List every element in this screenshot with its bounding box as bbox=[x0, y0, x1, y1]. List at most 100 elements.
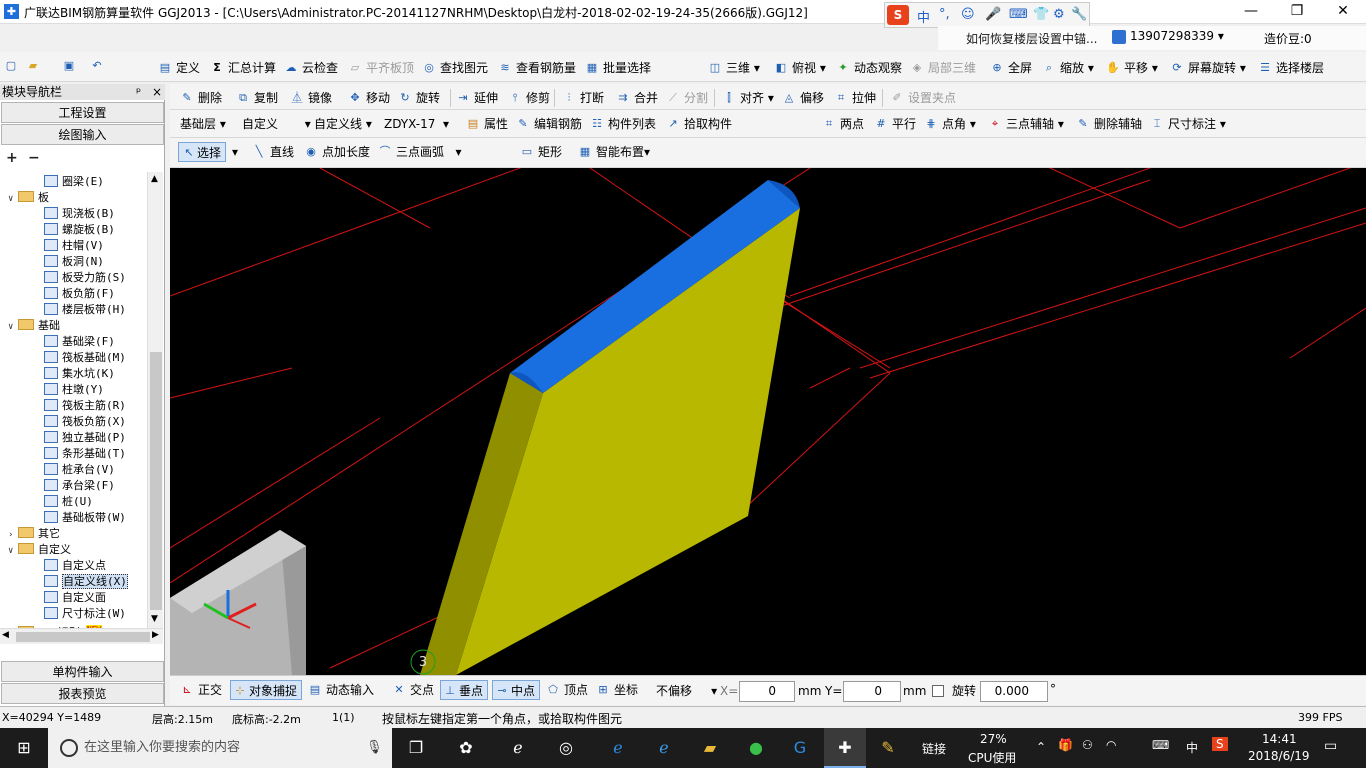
delete-axis-button[interactable]: ✎ 删除辅轴 bbox=[1076, 114, 1142, 134]
select-dropdown[interactable]: ▾ bbox=[232, 142, 238, 162]
summary-calc-button[interactable]: Σ 汇总计算 bbox=[210, 58, 276, 78]
tree-item[interactable]: 自定义面 bbox=[44, 590, 106, 606]
app-icon[interactable]: ✚ bbox=[4, 4, 19, 19]
y-input[interactable]: 0 bbox=[843, 681, 901, 702]
offset-mode-select[interactable]: 不偏移 ▾ bbox=[656, 681, 717, 701]
windows-start-icon[interactable]: ⊞ bbox=[10, 734, 38, 762]
tree-item[interactable]: 板受力筋(S) bbox=[44, 270, 126, 286]
edit-rebar-button[interactable]: ✎ 编辑钢筋 bbox=[516, 114, 582, 134]
user-account[interactable]: 13907298339 ▾ bbox=[1130, 29, 1224, 43]
scroll-up-icon[interactable]: ▲ bbox=[151, 174, 158, 184]
pan-button[interactable]: ✋ 平移 ▾ bbox=[1106, 58, 1158, 78]
app-pinwheel-icon[interactable]: ✿ bbox=[452, 734, 480, 762]
tree-expander-icon[interactable]: ∨ bbox=[8, 543, 18, 559]
parallel-axis-button[interactable]: # 平行 bbox=[874, 114, 916, 134]
tree-item[interactable]: 筏板基础(M) bbox=[44, 350, 126, 366]
object-snap-button[interactable]: ⊹ 对象捕捉 bbox=[230, 680, 303, 700]
tree-item[interactable]: 现浇板(B) bbox=[44, 206, 115, 222]
ime-voice-icon[interactable]: 🎤 bbox=[985, 7, 1001, 22]
tree-folder[interactable]: ∨ 基础 bbox=[8, 318, 60, 334]
tree-item[interactable]: 承台梁(F) bbox=[44, 478, 115, 494]
ime-tools-icon[interactable]: 🔧 bbox=[1071, 7, 1087, 22]
screen-rotate-button[interactable]: ⟳ 屏幕旋转 ▾ bbox=[1170, 58, 1245, 78]
tree-item[interactable]: 楼层板带(H) bbox=[44, 302, 126, 318]
ime-settings-icon[interactable]: ⚙ bbox=[1053, 7, 1065, 22]
tree-item[interactable]: 条形基础(T) bbox=[44, 446, 126, 462]
taskbar-search-box[interactable]: 在这里输入你要搜索的内容 🎙 bbox=[48, 728, 392, 768]
expand-all-icon[interactable]: + bbox=[6, 150, 18, 166]
undo-button[interactable]: ↶ bbox=[90, 56, 104, 76]
stretch-button[interactable]: ⌗ 拉伸 bbox=[834, 88, 876, 108]
pick-component-button[interactable]: ↗ 拾取构件 bbox=[666, 114, 732, 134]
tree-item[interactable]: 桩承台(V) bbox=[44, 462, 115, 478]
clock-date[interactable]: 2018/6/19 bbox=[1248, 749, 1310, 763]
dynamic-input-button[interactable]: ▤ 动态输入 bbox=[308, 680, 374, 700]
tree-item[interactable]: 自定义线(X) bbox=[44, 574, 128, 590]
merge-button[interactable]: ⇉ 合并 bbox=[616, 88, 658, 108]
new-file-button[interactable]: ▢ bbox=[4, 56, 18, 76]
x-input[interactable]: 0 bbox=[739, 681, 795, 702]
tree-item[interactable]: 独立基础(P) bbox=[44, 430, 126, 446]
tree-horizontal-scrollbar[interactable]: ◀ ▶ bbox=[0, 628, 163, 644]
category-select[interactable]: 自定义 ▾ bbox=[242, 114, 311, 134]
hscroll-thumb[interactable] bbox=[16, 632, 150, 642]
report-preview-button[interactable]: 报表预览 bbox=[1, 683, 164, 704]
file-explorer-icon[interactable]: ▰ bbox=[696, 734, 724, 762]
mirror-button[interactable]: ⏅ 镜像 bbox=[290, 88, 333, 108]
tray-link[interactable]: 链接 bbox=[922, 740, 946, 757]
view-rebar-button[interactable]: ≋ 查看钢筋量 bbox=[498, 58, 576, 78]
ime-keyboard-icon[interactable]: ⌨ bbox=[1009, 7, 1028, 22]
tree-item[interactable]: 基础梁(F) bbox=[44, 334, 115, 350]
gray-wall[interactable] bbox=[170, 530, 306, 675]
save-button[interactable]: ▣ bbox=[62, 56, 76, 76]
zoom-button[interactable]: ⌕ 缩放 ▾ bbox=[1042, 58, 1094, 78]
app-swirl-icon[interactable]: ◎ bbox=[552, 734, 580, 762]
close-icon[interactable]: × bbox=[152, 84, 162, 100]
network-icon[interactable]: ⚇ bbox=[1082, 738, 1093, 752]
tree-vertical-scrollbar[interactable]: ▲ ▼ bbox=[147, 172, 163, 628]
midpoint-snap-button[interactable]: ⊸ 中点 bbox=[492, 680, 541, 700]
notification-icon[interactable]: ▭ bbox=[1324, 738, 1337, 754]
pin-icon[interactable]: ᵖ bbox=[136, 84, 141, 100]
notepad-icon[interactable]: ✎ bbox=[874, 734, 902, 762]
ime-skin-icon[interactable]: 👕 bbox=[1033, 7, 1049, 22]
tree-expander-icon[interactable]: ∨ bbox=[8, 319, 18, 335]
ortho-button[interactable]: ⊾ 正交 bbox=[180, 680, 222, 700]
line-tool-button[interactable]: ╲ 直线 bbox=[252, 142, 294, 162]
break-button[interactable]: ⫶ 打断 bbox=[562, 88, 604, 108]
cloud-check-button[interactable]: ☁ 云检查 bbox=[284, 58, 339, 78]
tree-item[interactable]: 板洞(N) bbox=[44, 254, 104, 270]
scroll-down-icon[interactable]: ▼ bbox=[151, 614, 158, 624]
collapse-all-icon[interactable]: − bbox=[28, 150, 40, 166]
help-hint-link[interactable]: 如何恢复楼层设置中锚... bbox=[966, 30, 1097, 47]
three-point-axis-button[interactable]: ⌖ 三点辅轴 ▾ bbox=[988, 114, 1064, 134]
project-settings-button[interactable]: 工程设置 bbox=[1, 102, 164, 123]
tree-folder[interactable]: ∨ 自定义 bbox=[8, 542, 71, 558]
tree-item[interactable]: 螺旋板(B) bbox=[44, 222, 115, 238]
maximize-button[interactable]: ❐ bbox=[1274, 0, 1320, 24]
tree-item[interactable]: 桩(U) bbox=[44, 494, 93, 510]
tree-item[interactable]: 基础板带(W) bbox=[44, 510, 126, 526]
dimension-button[interactable]: ⌶ 尺寸标注 ▾ bbox=[1150, 114, 1226, 134]
type-select[interactable]: 自定义线 ▾ bbox=[314, 114, 372, 134]
sogou-tray-icon[interactable]: S bbox=[1212, 737, 1228, 751]
two-point-axis-button[interactable]: ⌗ 两点 bbox=[822, 114, 864, 134]
single-component-input-button[interactable]: 单构件输入 bbox=[1, 661, 164, 682]
app-green-icon[interactable]: ● bbox=[742, 734, 770, 762]
minimize-button[interactable]: — bbox=[1228, 0, 1274, 24]
smart-layout-button[interactable]: ▦ 智能布置▾ bbox=[578, 142, 650, 162]
vertex-snap-button[interactable]: ⬠ 顶点 bbox=[546, 680, 588, 700]
extend-button[interactable]: ⇥ 延伸 bbox=[456, 88, 498, 108]
open-file-button[interactable]: ▰ bbox=[26, 56, 40, 76]
batch-select-button[interactable]: ▦ 批量选择 bbox=[585, 58, 651, 78]
close-button[interactable]: ✕ bbox=[1320, 0, 1366, 24]
microphone-icon[interactable]: 🎙 bbox=[366, 728, 383, 768]
tree-item[interactable]: 柱墩(Y) bbox=[44, 382, 104, 398]
flat-slab-button[interactable]: ▱ 平齐板顶 bbox=[348, 58, 414, 78]
copy-button[interactable]: ⧉ 复制 bbox=[236, 88, 278, 108]
wifi-icon[interactable]: ◠ bbox=[1106, 738, 1116, 752]
fullscreen-button[interactable]: ⊕ 全屏 bbox=[990, 58, 1032, 78]
edge-browser-icon[interactable]: ℯ bbox=[604, 734, 632, 762]
tree-folder[interactable]: › 其它 bbox=[8, 526, 60, 542]
offset-button[interactable]: ◬ 偏移 bbox=[782, 88, 824, 108]
